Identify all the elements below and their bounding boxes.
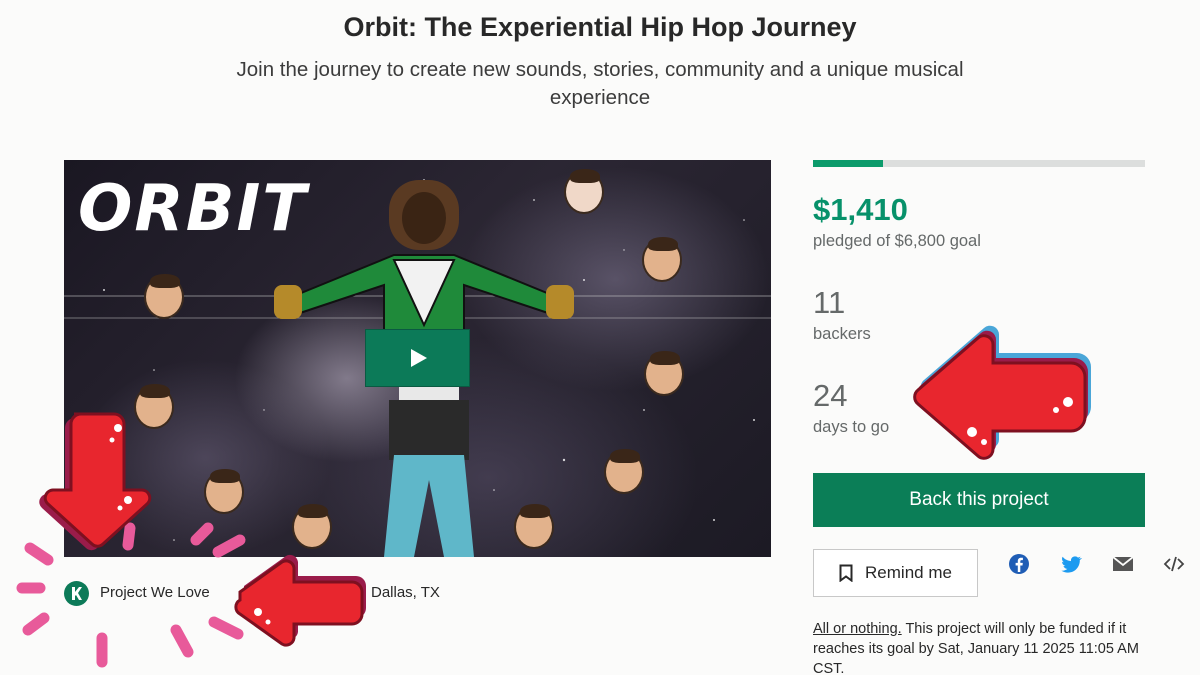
embed-icon[interactable] xyxy=(1162,552,1186,576)
days-label: days to go xyxy=(813,418,890,436)
remind-me-button[interactable]: Remind me xyxy=(813,549,978,597)
location-link[interactable]: Dallas, TX xyxy=(371,584,440,601)
avatar xyxy=(644,351,684,396)
facebook-icon[interactable] xyxy=(1007,552,1031,576)
avatar xyxy=(514,504,554,549)
days-count: 24 xyxy=(813,378,848,413)
project-title: Orbit: The Experiential Hip Hop Journey xyxy=(343,12,857,42)
avatar xyxy=(134,384,174,429)
backers-label: backers xyxy=(813,325,871,343)
back-this-project-button[interactable]: Back this project xyxy=(813,473,1145,527)
remind-me-label: Remind me xyxy=(865,563,952,582)
avatar xyxy=(144,274,184,319)
annotation-arrow-left-small xyxy=(234,554,366,647)
annotation-arrow-left-large xyxy=(913,325,1091,460)
avatar xyxy=(564,169,604,214)
avatar xyxy=(292,504,332,549)
project-video[interactable]: ORBIT xyxy=(64,160,771,557)
funding-progress-bar xyxy=(813,160,1145,167)
twitter-icon[interactable] xyxy=(1059,552,1083,576)
pledged-goal-text: pledged of $6,800 goal xyxy=(813,232,981,250)
kickstarter-k-icon xyxy=(64,581,89,606)
backers-count: 11 xyxy=(813,285,846,320)
mail-icon[interactable] xyxy=(1111,552,1135,576)
project-subtitle: Join the journey to create new sounds, s… xyxy=(236,58,964,109)
all-or-nothing-link[interactable]: All or nothing. xyxy=(813,621,902,637)
play-icon xyxy=(410,349,427,367)
orbit-logo: ORBIT xyxy=(78,172,308,246)
pledged-amount: $1,410 xyxy=(813,192,908,227)
avatar xyxy=(642,237,682,282)
funding-note: All or nothing. This project will only b… xyxy=(813,619,1153,675)
avatar xyxy=(604,449,644,494)
bookmark-icon xyxy=(839,564,853,582)
play-button[interactable] xyxy=(365,329,470,387)
funding-progress-fill xyxy=(813,160,883,167)
avatar xyxy=(204,469,244,514)
project-we-love-badge[interactable]: Project We Love xyxy=(100,584,210,601)
